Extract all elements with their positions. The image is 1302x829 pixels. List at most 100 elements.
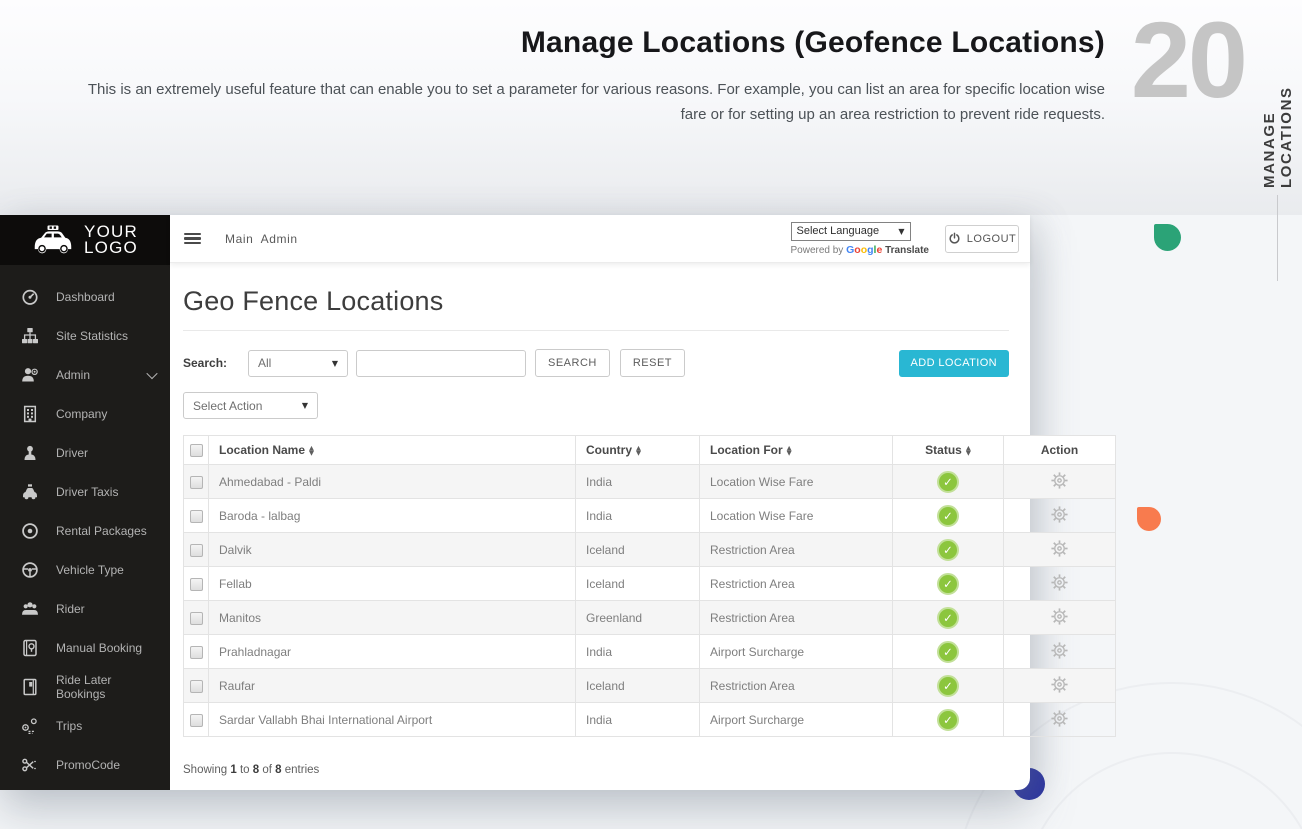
sidebar-item-rider[interactable]: Rider bbox=[0, 589, 170, 628]
status-active-icon[interactable]: ✓ bbox=[937, 572, 959, 595]
cell-location-name: Baroda - lalbag bbox=[208, 498, 576, 533]
reset-button[interactable]: RESET bbox=[619, 349, 686, 377]
company-icon bbox=[21, 405, 39, 423]
sidebar-item-label: Admin bbox=[56, 367, 91, 382]
row-checkbox[interactable] bbox=[189, 509, 203, 523]
sidebar-item-label: Dashboard bbox=[56, 289, 115, 304]
table-footer: Showing 1 to 8 of 8 entries bbox=[183, 764, 320, 776]
column-header-country[interactable]: Country ▲ ▼ bbox=[575, 435, 700, 465]
sidebar-item-driver[interactable]: Driver bbox=[0, 433, 170, 472]
google-translate-attribution: Powered by Google Translate bbox=[790, 243, 930, 256]
language-select-value: Select Language bbox=[796, 225, 880, 237]
row-checkbox[interactable] bbox=[189, 611, 203, 625]
column-header-location-for[interactable]: Location For ▲ ▼ bbox=[699, 435, 893, 465]
caret-down-icon: ▼ bbox=[301, 401, 308, 410]
status-active-icon[interactable]: ✓ bbox=[937, 708, 959, 731]
chapter-number: 20 bbox=[1130, 0, 1248, 120]
content: Geo Fence Locations Search: All ▼ SEARCH… bbox=[170, 263, 1116, 790]
sidebar-item-promocode[interactable]: PromoCode bbox=[0, 745, 170, 784]
search-button[interactable]: SEARCH bbox=[535, 349, 610, 377]
cell-location-name: Fellab bbox=[208, 566, 576, 601]
sidebar-item-manual-booking[interactable]: Manual Booking bbox=[0, 628, 170, 667]
topbar: Main Admin Select Language ▼ Powered by … bbox=[170, 215, 1030, 263]
sidebar-item-site-statistics[interactable]: Site Statistics bbox=[0, 316, 170, 355]
sidebar-item-label: Driver bbox=[56, 445, 88, 460]
row-checkbox[interactable] bbox=[189, 543, 203, 557]
site-statistics-icon bbox=[21, 327, 39, 345]
logout-button[interactable]: LOGOUT bbox=[945, 224, 1019, 253]
caret-down-icon: ▼ bbox=[898, 226, 905, 236]
column-header-status[interactable]: Status ▲ ▼ bbox=[892, 435, 1004, 465]
status-active-icon[interactable]: ✓ bbox=[937, 504, 959, 527]
google-wordmark: Google bbox=[846, 243, 883, 256]
gear-icon[interactable] bbox=[1050, 641, 1069, 660]
page: Manage Locations (Geofence Locations) Th… bbox=[0, 0, 1302, 829]
add-location-button[interactable]: ADD LOCATION bbox=[898, 349, 1009, 377]
cell-location-name: Sardar Vallabh Bhai International Airpor… bbox=[208, 702, 576, 737]
gear-icon[interactable] bbox=[1050, 539, 1069, 558]
driver-taxis-icon bbox=[21, 483, 39, 501]
side-label: MANAGE LOCATIONS bbox=[1261, 86, 1295, 188]
sidebar-item-rental-packages[interactable]: Rental Packages bbox=[0, 511, 170, 550]
row-checkbox[interactable] bbox=[189, 679, 203, 693]
taxi-logo-icon bbox=[32, 225, 74, 255]
sidebar-item-trips[interactable]: Trips bbox=[0, 706, 170, 745]
logo-text: YOUR LOGO bbox=[84, 222, 138, 257]
cell-location-name: Dalvik bbox=[208, 532, 576, 567]
select-action-dropdown[interactable]: Select Action ▼ bbox=[183, 392, 318, 419]
chevron-down-icon bbox=[146, 367, 158, 379]
select-all-checkbox[interactable] bbox=[189, 444, 203, 458]
sidebar-item-label: Ride Later Bookings bbox=[56, 672, 112, 701]
language-select[interactable]: Select Language ▼ bbox=[790, 221, 911, 241]
row-checkbox[interactable] bbox=[189, 475, 203, 489]
sidebar-item-vehicle-type[interactable]: Vehicle Type bbox=[0, 550, 170, 589]
row-checkbox[interactable] bbox=[189, 645, 203, 659]
status-active-icon[interactable]: ✓ bbox=[937, 606, 959, 629]
table-row: Sardar Vallabh Bhai International Airpor… bbox=[183, 702, 1116, 737]
row-checkbox[interactable] bbox=[189, 577, 203, 591]
row-checkbox[interactable] bbox=[189, 713, 203, 727]
status-active-icon[interactable]: ✓ bbox=[937, 470, 959, 493]
table-row: Prahladnagar India Airport Surcharge ✓ bbox=[183, 634, 1116, 669]
column-header-location-name[interactable]: Location Name ▲ ▼ bbox=[208, 435, 576, 465]
logout-label: LOGOUT bbox=[966, 232, 1017, 245]
gear-icon[interactable] bbox=[1050, 471, 1069, 490]
sidebar-item-admin[interactable]: Admin bbox=[0, 355, 170, 394]
dashboard-icon bbox=[21, 288, 39, 306]
select-all-checkbox-cell bbox=[183, 435, 209, 465]
gear-icon[interactable] bbox=[1050, 505, 1069, 524]
search-filter-select[interactable]: All ▼ bbox=[248, 349, 348, 377]
breadcrumb: Main Admin bbox=[225, 231, 298, 246]
sidebar-item-company[interactable]: Company bbox=[0, 394, 170, 433]
cell-location-name: Raufar bbox=[208, 668, 576, 703]
sort-icon: ▲ ▼ bbox=[786, 443, 792, 457]
driver-icon bbox=[21, 444, 39, 462]
orange-drop-shape bbox=[1137, 507, 1161, 531]
action-row: Select Action ▼ bbox=[183, 392, 1009, 419]
logo[interactable]: YOUR LOGO bbox=[0, 215, 170, 265]
ride-later-bookings-icon bbox=[21, 678, 39, 696]
table-body: Ahmedabad - Paldi India Location Wise Fa… bbox=[183, 464, 1116, 737]
gear-icon[interactable] bbox=[1050, 573, 1069, 592]
gear-icon[interactable] bbox=[1050, 607, 1069, 626]
status-active-icon[interactable]: ✓ bbox=[937, 640, 959, 663]
sidebar-item-label: Rider bbox=[56, 601, 85, 616]
main-area: Main Admin Select Language ▼ Powered by … bbox=[170, 215, 1116, 790]
sort-icon: ▲ ▼ bbox=[636, 443, 641, 457]
table-row: Ahmedabad - Paldi India Location Wise Fa… bbox=[183, 464, 1116, 499]
status-active-icon[interactable]: ✓ bbox=[937, 674, 959, 697]
status-active-icon[interactable]: ✓ bbox=[937, 538, 959, 561]
sidebar-item-label: Vehicle Type bbox=[56, 562, 124, 577]
cell-country: India bbox=[575, 464, 700, 499]
sidebar-item-dashboard[interactable]: Dashboard bbox=[0, 277, 170, 316]
cell-location-for: Airport Surcharge bbox=[699, 702, 893, 737]
search-input[interactable] bbox=[356, 349, 526, 377]
sidebar-item-driver-taxis[interactable]: Driver Taxis bbox=[0, 472, 170, 511]
caret-down-icon: ▼ bbox=[331, 358, 338, 368]
gear-icon[interactable] bbox=[1050, 675, 1069, 694]
table-row: Dalvik Iceland Restriction Area ✓ bbox=[183, 532, 1116, 567]
gear-icon[interactable] bbox=[1050, 709, 1069, 728]
language-block: Select Language ▼ Powered by Google Tran… bbox=[790, 221, 930, 256]
hamburger-menu-icon[interactable] bbox=[184, 232, 201, 245]
sidebar-item-ride-later-bookings[interactable]: Ride Later Bookings bbox=[0, 667, 170, 706]
